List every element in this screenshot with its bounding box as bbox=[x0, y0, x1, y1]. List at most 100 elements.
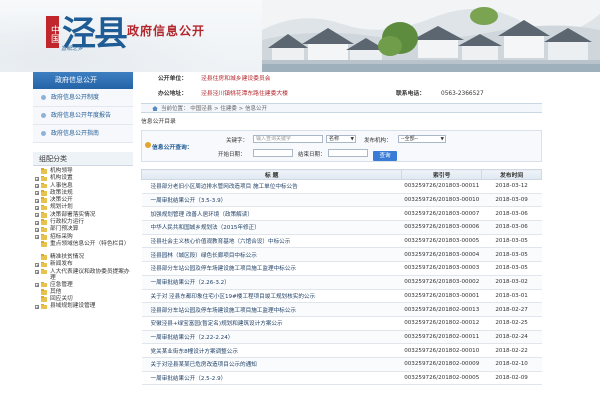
query-panel: 信息公开查询： 关键字： 输入查询关键字 名称 ▼ 发布机构： --全部-- ▼… bbox=[141, 130, 542, 162]
category-item[interactable]: + 部门预决算 bbox=[33, 226, 133, 233]
document-title-link[interactable]: 一周审批结果公开（2.5-2.9） bbox=[141, 371, 402, 386]
document-index-number: 003259726/201803-00010 bbox=[401, 193, 482, 208]
address-label: 办公地址： bbox=[158, 91, 187, 97]
document-publish-date: 2018-03-12 bbox=[481, 179, 542, 194]
document-title-link[interactable]: 关于对 泾县东都印象住宅小区19#楼工程项目竣工规划核实的公示 bbox=[141, 289, 402, 304]
document-index-number: 003259726/201803-00005 bbox=[401, 234, 482, 249]
start-date-input[interactable] bbox=[253, 149, 293, 157]
sidebar-link-annual-report[interactable]: 政府信息公开年度报告 bbox=[33, 107, 133, 125]
expand-icon[interactable]: + bbox=[35, 304, 39, 309]
catalog-label: 信息公开目录 bbox=[141, 119, 176, 125]
bullet-icon bbox=[41, 95, 46, 100]
category-item[interactable]: + 新闻发布 bbox=[33, 261, 133, 268]
category-item-label: 部门预决算 bbox=[50, 226, 79, 233]
document-index-number: 003259726/201803-00004 bbox=[401, 247, 482, 263]
unit-info: 公开单位： 泾县住房和城乡建设委员会 办公地址： 泾县泾川镇桃花潭东路住建委大楼… bbox=[141, 72, 542, 102]
sidebar-panel-title: 政府信息公开 bbox=[33, 72, 133, 89]
category-item[interactable]: + 应急管理 bbox=[33, 282, 133, 289]
document-index-number: 003259726/201803-00011 bbox=[401, 179, 482, 194]
sidebar-link-policy[interactable]: 政府信息公开制度 bbox=[33, 89, 133, 107]
table-row: 泾县园林（城区段）绿色长廊项目中标公示 003259726/201803-0000… bbox=[141, 247, 542, 263]
document-publish-date: 2018-03-09 bbox=[481, 193, 542, 208]
category-item[interactable]: + 人大代表建议和政协委员提案办理 bbox=[33, 269, 133, 282]
breadcrumb: 当前位置： 中国泾县 > 住建委 > 信息公开 bbox=[141, 103, 542, 113]
end-date-input[interactable] bbox=[328, 149, 368, 157]
category-item[interactable]: 机构领导 bbox=[33, 168, 133, 175]
expand-icon[interactable]: + bbox=[35, 205, 39, 210]
category-item[interactable]: + 决策公开 bbox=[33, 197, 133, 204]
category-item[interactable]: + 机构设置 bbox=[33, 175, 133, 182]
category-item[interactable]: + 决策部署落实情况 bbox=[33, 212, 133, 219]
table-row: 一周审批结果公开（2.5-2.9） 003259726/201802-00005 2… bbox=[141, 371, 542, 386]
breadcrumb-text[interactable]: 当前位置： 中国泾县 > 住建委 > 信息公开 bbox=[161, 106, 267, 112]
folder-icon bbox=[41, 190, 47, 196]
expand-icon[interactable]: + bbox=[35, 283, 39, 288]
phone-label: 联系电话： bbox=[396, 91, 425, 97]
category-item[interactable]: + 规划计划 bbox=[33, 204, 133, 211]
expand-icon[interactable]: + bbox=[35, 262, 39, 267]
category-item[interactable]: + 政策法规 bbox=[33, 190, 133, 197]
bullet-icon bbox=[41, 113, 46, 118]
document-title-link[interactable]: 关于对泾县某某已危房改造项目公示的通知 bbox=[141, 357, 402, 372]
table-row: 安徽泾县+绿宝富园(暂定名)规划和建筑设计方案公示 003259726/20180… bbox=[141, 316, 542, 331]
table-row: 泾县部分车站公园及停车场建设施工项目施工监理中标公示 003259726/2018… bbox=[141, 261, 542, 276]
category-item[interactable]: + 人事信息 bbox=[33, 183, 133, 190]
category-item-label: 机构领导 bbox=[50, 168, 73, 174]
document-index-number: 003259726/201802-00011 bbox=[401, 330, 482, 345]
expand-icon[interactable]: + bbox=[35, 270, 39, 275]
query-label: 信息公开查询： bbox=[152, 145, 193, 151]
document-title-link[interactable]: 一周审批结果公开（2.26-3.2） bbox=[141, 275, 402, 290]
document-title-link[interactable]: 中华人民共和国城乡规划法（2015年修正） bbox=[141, 220, 402, 235]
category-item[interactable]: 其他 bbox=[33, 289, 133, 296]
document-title-link[interactable]: 一周审批结果公开（3.5-3.9） bbox=[141, 193, 402, 208]
document-title-link[interactable]: 泾县园林（城区段）绿色长廊项目中标公示 bbox=[141, 247, 402, 263]
query-button[interactable]: 查询 bbox=[373, 151, 397, 161]
category-tree: 机构领导 + 机构设置 + 人事信息 + 政策法规 + 决策公开 + 规划计划 + 决策部署落实情况 + 行… bbox=[33, 166, 133, 311]
start-date-label: 开始日期： bbox=[218, 152, 246, 158]
column-header-index: 索引号 bbox=[401, 169, 483, 180]
expand-icon[interactable]: + bbox=[35, 198, 39, 203]
document-title-link[interactable]: 一周审批结果公开（2.22-2.24） bbox=[141, 330, 402, 345]
expand-icon[interactable]: + bbox=[35, 213, 39, 218]
scope-select-value: 名称 bbox=[329, 136, 340, 142]
document-title-link[interactable]: 泾县部分老旧小区周边排水管网改造项目 施工单位中标公告 bbox=[141, 179, 402, 194]
village-scenery-image bbox=[262, 0, 600, 72]
document-title-link[interactable]: 加强规划管理 改善人居环境（政策解读） bbox=[141, 206, 402, 222]
sidebar-link-guide[interactable]: 政府信息公开指南 bbox=[33, 125, 133, 143]
document-index-number: 003259726/201802-00012 bbox=[401, 316, 482, 331]
document-index-number: 003259726/201802-00013 bbox=[401, 302, 482, 317]
document-index-number: 003259726/201803-00002 bbox=[401, 275, 482, 290]
category-item[interactable]: 重点领域信息公开（特色栏目） bbox=[33, 241, 133, 254]
folder-icon bbox=[41, 197, 47, 204]
document-title-link[interactable]: 安徽泾县+绿宝富园(暂定名)规划和建筑设计方案公示 bbox=[141, 316, 402, 331]
table-row: 泾县部分老旧小区周边排水管网改造项目 施工单位中标公告 003259726/201… bbox=[141, 179, 542, 194]
category-item-label: 县域规划建设管理 bbox=[50, 303, 96, 310]
scope-select[interactable]: 名称 ▼ bbox=[326, 135, 356, 143]
expand-icon[interactable]: + bbox=[35, 227, 39, 232]
keyword-input[interactable]: 输入查询关键字 bbox=[253, 135, 323, 143]
sidebar: 政府信息公开 政府信息公开制度 政府信息公开年度报告 政府信息公开指南 组配分类… bbox=[33, 72, 133, 403]
expand-icon[interactable]: + bbox=[35, 191, 39, 196]
expand-icon[interactable]: + bbox=[35, 184, 39, 189]
expand-icon[interactable]: + bbox=[35, 220, 39, 225]
category-item-label: 新闻发布 bbox=[50, 261, 73, 268]
document-title-link[interactable]: 泾县社会主义核心价值观教育基地（六馆合设）中标公示 bbox=[141, 234, 402, 249]
category-item[interactable]: + 招标采购 bbox=[33, 234, 133, 241]
column-header-title: 标 题 bbox=[140, 169, 403, 180]
category-item[interactable]: + 行政权力运行 bbox=[33, 219, 133, 226]
document-title-link[interactable]: 泾县部分车站公园及停车场建设施工项目施工监理中标公示 bbox=[141, 261, 402, 276]
column-header-date: 发布时间 bbox=[481, 169, 542, 180]
category-item-label: 重点领域信息公开（特色栏目） bbox=[50, 240, 130, 247]
document-publish-date: 2018-02-24 bbox=[481, 330, 542, 345]
document-publish-date: 2018-02-27 bbox=[481, 302, 542, 317]
document-title-link[interactable]: 党关某业街东8幢设计方案调整公示 bbox=[141, 343, 402, 358]
category-item-label: 规划计划 bbox=[50, 204, 73, 211]
expand-icon[interactable]: + bbox=[35, 176, 39, 181]
category-item[interactable]: 精准扶贫情况 bbox=[33, 254, 133, 261]
document-index-number: 003259726/201803-00003 bbox=[401, 261, 482, 276]
org-select[interactable]: --全部-- ▼ bbox=[398, 135, 446, 143]
expand-icon[interactable]: + bbox=[35, 235, 39, 240]
category-item[interactable]: + 县域规划建设管理 bbox=[33, 303, 133, 310]
folder-icon bbox=[41, 254, 47, 260]
document-title-link[interactable]: 泾县部分车站公园及停车场建设施工项目施工监理中标公示 bbox=[141, 302, 402, 317]
